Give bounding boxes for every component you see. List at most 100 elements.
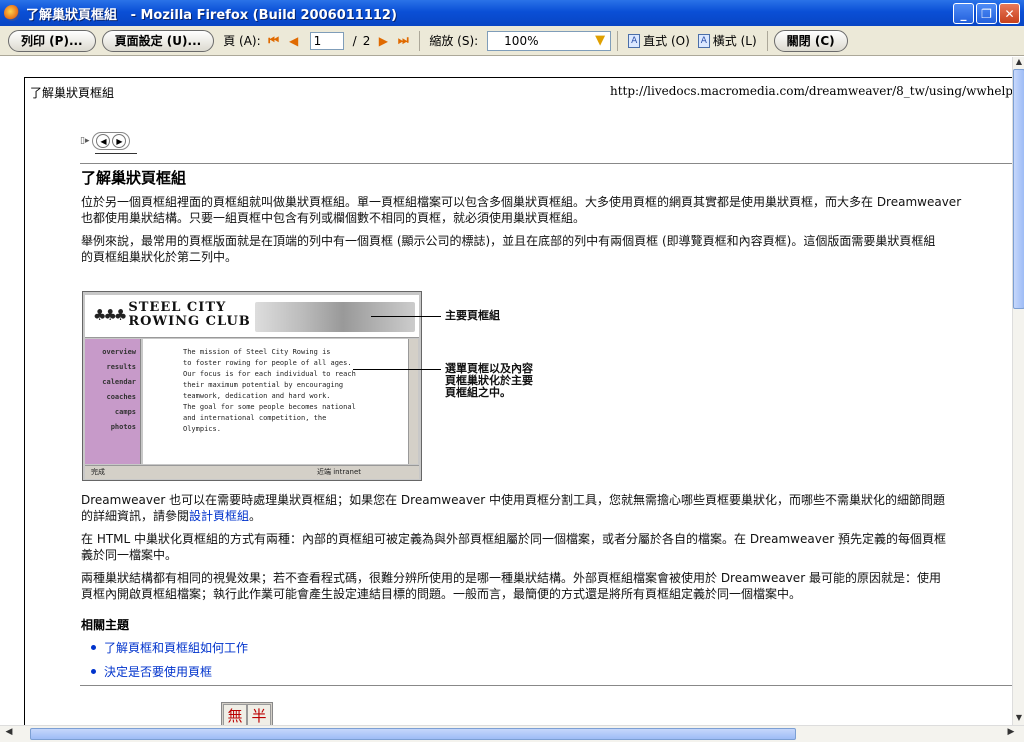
figure-status-bar: 完成 近端 intranet: [85, 465, 419, 479]
paragraph-line: 在 HTML 中巢狀化頁框組的方式有兩種：內部的頁框組可被定義為與外部頁框組屬於…: [81, 532, 946, 546]
restore-icon[interactable]: ❐: [976, 3, 997, 24]
related-link[interactable]: 決定是否要使用頁框: [104, 663, 212, 680]
close-icon[interactable]: ✕: [999, 3, 1020, 24]
figure-menu-frame: overview results calendar coaches camps …: [85, 339, 141, 464]
logo-line: STEEL CITY: [128, 300, 227, 315]
paragraph-line: 義於同一檔案中。: [81, 548, 178, 562]
horizontal-scroll-thumb[interactable]: [30, 728, 796, 740]
ime-width-button[interactable]: 半: [247, 704, 271, 726]
divider: [80, 163, 1013, 164]
figure-text-line: Our focus is for each individual to reac…: [183, 370, 356, 378]
forward-icon[interactable]: ▶: [112, 134, 127, 148]
toolbar-separator: [617, 30, 619, 51]
next-page-icon[interactable]: ▶: [375, 33, 391, 49]
back-icon[interactable]: ◀: [96, 134, 111, 148]
callout-pointer: [353, 369, 441, 370]
figure-status-right: 近端 intranet: [317, 468, 362, 476]
figure-logo: ♣♣♣ STEEL CITY ROWING CLUB: [93, 301, 251, 329]
callout-main-frameset: 主要頁框組: [445, 309, 500, 322]
figure-text-line: and international competition, the: [183, 414, 327, 422]
page-label: 頁 (A):: [223, 34, 261, 48]
page-total: 2: [362, 33, 371, 48]
divider: [80, 685, 1013, 686]
window-title: 了解巢狀頁框組 - Mozilla Firefox (Build 2006011…: [26, 7, 397, 23]
portrait-label: 直式 (O): [643, 34, 690, 48]
landscape-icon: A: [697, 33, 710, 48]
related-topics-heading: 相關主題: [81, 618, 130, 632]
paragraph-line: 位於另一個頁框組裡面的頁框組就叫做巢狀頁框組。單一頁框組檔案可以包含多個巢狀頁框…: [81, 195, 962, 209]
related-link[interactable]: 了解頁框和頁框組如何工作: [104, 639, 248, 656]
design-frameset-link[interactable]: 設計頁框組: [189, 509, 249, 523]
first-page-icon[interactable]: ⏮: [266, 33, 282, 49]
divider: [95, 153, 137, 154]
page-setup-button[interactable]: 頁面設定 (U)...: [101, 29, 215, 52]
scroll-down-icon[interactable]: ▼: [1013, 713, 1024, 725]
scroll-left-icon[interactable]: ◀: [2, 727, 16, 741]
print-button[interactable]: 列印 (P)...: [8, 29, 96, 52]
portrait-icon: A: [628, 33, 641, 48]
zoom-select[interactable]: 100% ▼: [487, 30, 612, 51]
bullet-icon: [91, 645, 96, 650]
paragraph-line: 也都使用巢狀結構。只要一組頁框中包含有列或欄個數不相同的頁框，就必須使用巢狀頁框…: [81, 211, 586, 225]
figure-menu-item: coaches: [106, 393, 136, 401]
paragraph-text: 的詳細資訊，請參閱: [81, 509, 190, 523]
paragraph-line: Dreamweaver 也可以在需要時處理巢狀頁框組；如果您在 Dreamwea…: [81, 493, 946, 507]
figure-text-line: Olympics.: [183, 425, 221, 433]
landscape-option[interactable]: A 橫式 (L): [697, 32, 757, 49]
scroll-up-icon[interactable]: ▲: [1013, 57, 1024, 69]
portrait-option[interactable]: A 直式 (O): [628, 32, 690, 49]
paragraph-line: 的頁框組巢狀化於第二列中。: [81, 250, 238, 264]
page-heading: 了解巢狀頁框組: [81, 169, 187, 187]
title-bar: ff 了解巢狀頁框組 - Mozilla Firefox (Build 2006…: [0, 0, 1024, 26]
rowing-boat-image: [255, 302, 415, 332]
horizontal-scrollbar[interactable]: ◀ ▶: [0, 725, 1024, 742]
ime-mode-button[interactable]: 無: [223, 704, 247, 726]
toolbar-separator: [419, 30, 421, 51]
related-link-item: 了解頁框和頁框組如何工作: [91, 639, 248, 656]
paragraph-line: 的詳細資訊，請參閱設計頁框組。: [81, 508, 1013, 524]
figure-scrollbar: [408, 339, 418, 464]
zoom-label: 縮放 (S):: [429, 34, 479, 48]
vertical-scrollbar[interactable]: ▲ ▼: [1012, 57, 1024, 725]
minimize-icon[interactable]: _: [953, 3, 974, 24]
callout-pointer: [371, 316, 441, 317]
trees-icon: ♣♣♣: [93, 306, 127, 324]
figure-header-frame: ♣♣♣ STEEL CITY ROWING CLUB: [85, 295, 419, 338]
figure-menu-item: results: [106, 363, 136, 371]
scroll-right-icon[interactable]: ▶: [1004, 727, 1018, 741]
help-nav-bar: ▯▸ ◀ ▶: [80, 132, 131, 150]
print-preview-toolbar: 列印 (P)... 頁面設定 (U)... 頁 (A): ⏮ ◀ 1 / 2 ▶…: [0, 26, 1024, 56]
page-header-url: http://livedocs.macromedia.com/dreamweav…: [610, 84, 1013, 98]
page-number-input[interactable]: 1: [309, 31, 344, 50]
logo-line: ROWING CLUB: [128, 314, 251, 329]
toc-icon: ▯▸: [80, 136, 90, 146]
figure-text-line: The goal for some people becomes nationa…: [183, 403, 356, 411]
preview-area: 了解巢狀頁框組 http://livedocs.macromedia.com/d…: [0, 57, 1024, 742]
firefox-icon: ff: [4, 5, 20, 21]
landscape-label: 橫式 (L): [712, 34, 757, 48]
figure-menu-item: photos: [110, 423, 136, 431]
figure-text-line: their maximum potential by encouraging: [183, 381, 344, 389]
paragraph-text: 。: [249, 509, 262, 523]
bullet-icon: [91, 669, 96, 674]
figure-menu-item: calendar: [102, 378, 136, 386]
callout-line: 頁框組之中。: [445, 386, 511, 399]
figure-text-line: to foster rowing for people of all ages.: [183, 359, 352, 367]
last-page-icon[interactable]: ⏭: [395, 33, 411, 49]
figure-text-line: The mission of Steel City Rowing is: [183, 348, 331, 356]
paragraph-line: 舉例來說，最常用的頁框版面就是在頂端的列中有一個頁框 (顯示公司的標誌)，並且在…: [81, 234, 936, 248]
frameset-figure: ♣♣♣ STEEL CITY ROWING CLUB overview resu…: [82, 291, 422, 481]
vertical-scroll-thumb[interactable]: [1013, 69, 1024, 309]
figure-content-frame: The mission of Steel City Rowing is to f…: [143, 339, 408, 464]
related-link-item: 決定是否要使用頁框: [91, 663, 212, 680]
paragraph-line: 頁框內開啟頁框組檔案；執行此作業可能會產生設定連結目標的問題。一般而言，最簡便的…: [81, 587, 802, 601]
figure-status-left: 完成: [91, 468, 105, 476]
toolbar-separator: [766, 30, 768, 51]
zoom-value: 100%: [504, 33, 539, 48]
prev-page-icon[interactable]: ◀: [286, 33, 302, 49]
print-page: 了解巢狀頁框組 http://livedocs.macromedia.com/d…: [24, 77, 1014, 727]
close-preview-button[interactable]: 關閉 (C): [773, 29, 848, 52]
page-separator: /: [352, 33, 357, 48]
figure-menu-item: overview: [102, 348, 136, 356]
zoom-dropdown-icon[interactable]: ▼: [592, 33, 608, 49]
